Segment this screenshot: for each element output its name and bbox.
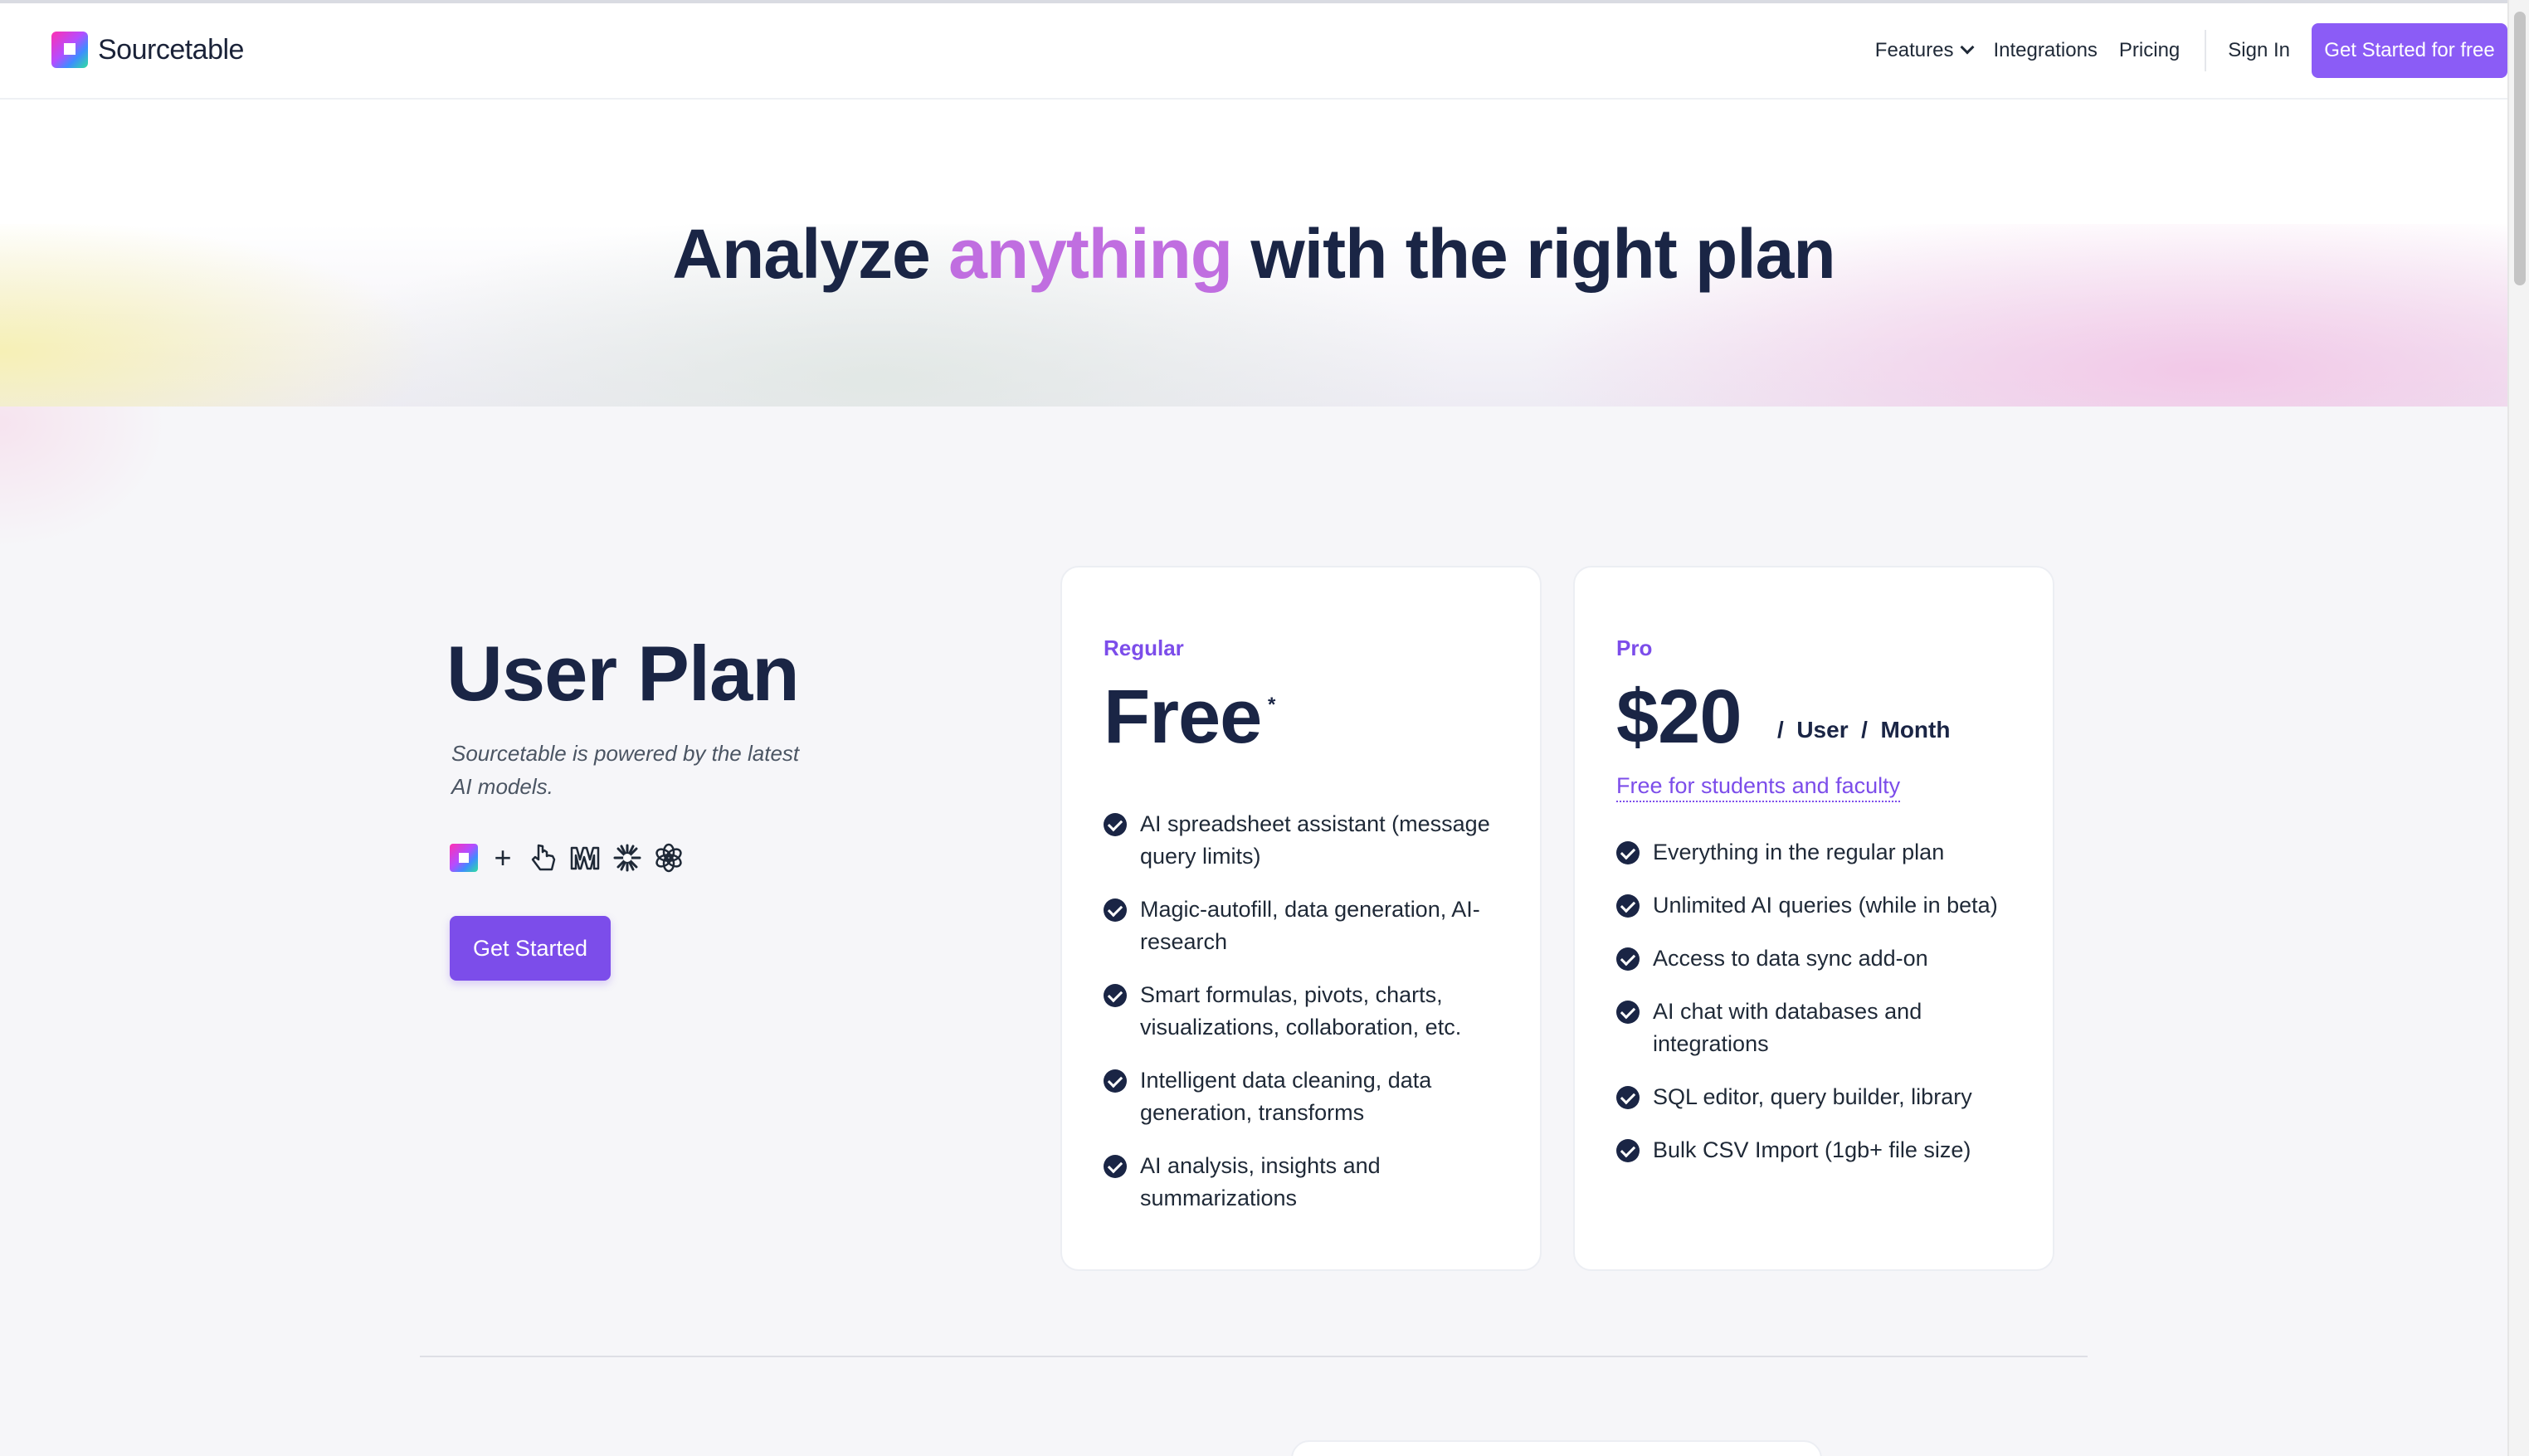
feature-text: Bulk CSV Import (1gb+ file size) bbox=[1653, 1137, 1971, 1162]
pointer-icon bbox=[528, 841, 561, 874]
scrollbar-thumb[interactable] bbox=[2514, 12, 2526, 285]
logo[interactable]: Sourcetable bbox=[51, 32, 244, 68]
ai-model-icons: + bbox=[450, 840, 694, 874]
sign-in-link[interactable]: Sign In bbox=[2228, 39, 2290, 62]
feature-text: Unlimited AI queries (while in beta) bbox=[1653, 893, 1998, 918]
pro-plan-card: Pro $20 / User / Month Free for students… bbox=[1573, 566, 2054, 1271]
feature-item: SQL editor, query builder, library bbox=[1616, 1081, 2031, 1113]
students-faculty-link[interactable]: Free for students and faculty bbox=[1616, 773, 1901, 802]
page-scrollbar[interactable] bbox=[2507, 0, 2529, 1456]
feature-item: Everything in the regular plan bbox=[1616, 836, 2031, 869]
next-section-card bbox=[1291, 1440, 1822, 1456]
feature-text: Intelligent data cleaning, data generati… bbox=[1140, 1068, 1432, 1125]
check-circle-icon bbox=[1616, 1086, 1640, 1109]
nav-links: Features Integrations Pricing Sign In Ge… bbox=[1875, 23, 2507, 78]
pro-tier-label: Pro bbox=[1616, 635, 1653, 660]
feature-text: SQL editor, query builder, library bbox=[1653, 1084, 1972, 1109]
pro-price: $20 bbox=[1616, 674, 1742, 759]
hero-title-start: Analyze bbox=[672, 215, 949, 293]
hero-title-accent: anything bbox=[948, 215, 1233, 293]
feature-item: Smart formulas, pivots, charts, visualiz… bbox=[1104, 979, 1518, 1044]
feature-text: Access to data sync add-on bbox=[1653, 946, 1928, 971]
price-footnote-marker: * bbox=[1268, 694, 1276, 716]
sourcetable-logo-icon bbox=[450, 844, 478, 872]
feature-text: AI analysis, insights and summarizations bbox=[1140, 1153, 1381, 1210]
check-circle-icon bbox=[1616, 1139, 1640, 1162]
decorative-glow bbox=[0, 407, 249, 572]
check-circle-icon bbox=[1104, 898, 1127, 922]
feature-item: AI chat with databases and integrations bbox=[1616, 996, 2031, 1060]
top-navigation: Sourcetable Features Integrations Pricin… bbox=[0, 3, 2507, 100]
check-circle-icon bbox=[1616, 1001, 1640, 1024]
hero-title: Analyze anything with the right plan bbox=[0, 214, 2507, 295]
regular-plan-card: Regular Free * AI spreadsheet assistant … bbox=[1060, 566, 1542, 1271]
chevron-down-icon bbox=[1960, 40, 1974, 55]
plus-icon: + bbox=[494, 840, 512, 874]
mistral-icon bbox=[569, 841, 602, 874]
nav-features-menu[interactable]: Features bbox=[1874, 39, 1974, 62]
feature-text: AI chat with databases and integrations bbox=[1653, 999, 1922, 1056]
nav-pricing-link[interactable]: Pricing bbox=[2119, 39, 2180, 62]
feature-item: Access to data sync add-on bbox=[1616, 942, 2031, 975]
sourcetable-logo-icon bbox=[51, 32, 88, 68]
feature-text: AI spreadsheet assistant (message query … bbox=[1140, 811, 1490, 869]
feature-item: Unlimited AI queries (while in beta) bbox=[1616, 889, 2031, 922]
check-circle-icon bbox=[1104, 984, 1127, 1007]
feature-item: Bulk CSV Import (1gb+ file size) bbox=[1616, 1134, 2031, 1166]
check-circle-icon bbox=[1616, 947, 1640, 971]
logo-text: Sourcetable bbox=[98, 33, 244, 66]
feature-item: AI analysis, insights and summarizations bbox=[1104, 1150, 1518, 1215]
check-circle-icon bbox=[1616, 841, 1640, 864]
feature-item: Intelligent data cleaning, data generati… bbox=[1104, 1064, 1518, 1129]
feature-item: AI spreadsheet assistant (message query … bbox=[1104, 808, 1518, 873]
pro-price-unit: / User / Month bbox=[1777, 717, 1951, 743]
feature-text: Smart formulas, pivots, charts, visualiz… bbox=[1140, 982, 1462, 1040]
user-plan-subtitle: Sourcetable is powered by the latest AI … bbox=[451, 741, 800, 799]
pro-feature-list: Everything in the regular plan Unlimited… bbox=[1616, 836, 2031, 1187]
hero-title-end: with the right plan bbox=[1232, 215, 1835, 293]
nav-features-label: Features bbox=[1874, 39, 1954, 61]
regular-feature-list: AI spreadsheet assistant (message query … bbox=[1104, 808, 1518, 1235]
regular-price: Free bbox=[1104, 674, 1262, 759]
nav-integrations-link[interactable]: Integrations bbox=[1994, 39, 2098, 62]
openai-icon bbox=[652, 841, 685, 874]
check-circle-icon bbox=[1616, 894, 1640, 918]
check-circle-icon bbox=[1104, 813, 1127, 836]
hero-section: Analyze anything with the right plan bbox=[0, 100, 2507, 407]
claude-icon bbox=[611, 841, 644, 874]
check-circle-icon bbox=[1104, 1069, 1127, 1093]
get-started-button[interactable]: Get Started bbox=[450, 916, 611, 981]
feature-item: Magic-autofill, data generation, AI-rese… bbox=[1104, 894, 1518, 958]
regular-tier-label: Regular bbox=[1104, 635, 1184, 660]
feature-text: Magic-autofill, data generation, AI-rese… bbox=[1140, 897, 1480, 954]
get-started-free-button[interactable]: Get Started for free bbox=[2312, 23, 2507, 78]
feature-text: Everything in the regular plan bbox=[1653, 840, 1945, 864]
user-plan-title: User Plan bbox=[446, 630, 800, 717]
check-circle-icon bbox=[1104, 1155, 1127, 1178]
section-divider bbox=[420, 1356, 2088, 1357]
nav-divider bbox=[2205, 30, 2207, 71]
